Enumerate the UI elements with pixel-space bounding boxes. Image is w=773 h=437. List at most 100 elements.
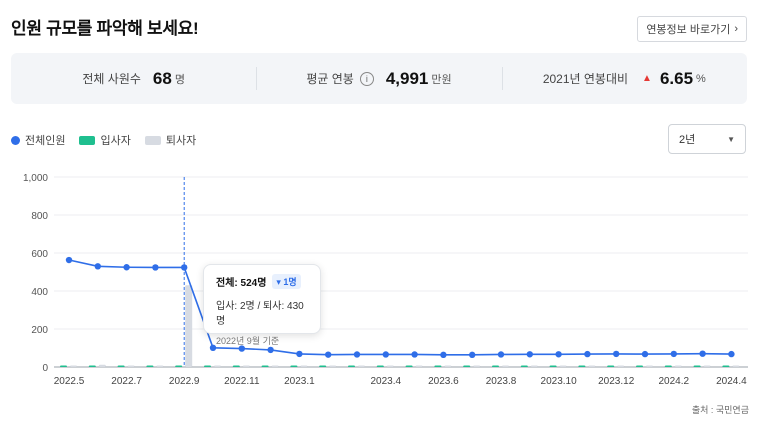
summary-value: 6.65 — [659, 68, 694, 88]
x-tick-label: 2022.7 — [111, 376, 142, 387]
bar-hires — [434, 365, 442, 367]
x-tick-label: 2023.10 — [541, 376, 578, 387]
tooltip-total: 전체: 524명 — [216, 278, 267, 289]
data-point[interactable] — [94, 263, 102, 270]
chevron-down-icon: ▼ — [727, 134, 735, 144]
bar-leavers — [214, 365, 221, 367]
bar-hires — [204, 365, 211, 367]
data-point[interactable] — [469, 351, 476, 359]
summary-panel: 전체 사원수 68 명 평균 연봉 i 4,991 만원 2021년 연봉대비 … — [11, 53, 747, 104]
data-point[interactable] — [353, 351, 361, 358]
bar-leavers — [617, 365, 625, 367]
legend-dot-icon — [11, 135, 20, 145]
data-point[interactable] — [440, 351, 447, 359]
x-tick-label: 2023.12 — [598, 376, 635, 387]
legend-item-hires[interactable]: 입사자 — [79, 132, 131, 148]
data-point[interactable] — [613, 350, 620, 358]
bar-leavers — [300, 365, 308, 367]
summary-value: 4,991 — [385, 68, 429, 88]
bar-hires — [693, 365, 701, 367]
triangle-up-icon: ▲ — [642, 73, 652, 84]
data-point[interactable] — [181, 264, 188, 271]
period-select[interactable]: 2년 ▼ — [668, 124, 746, 154]
bar-hires — [492, 365, 499, 367]
legend-item-total[interactable]: 전체인원 — [11, 132, 65, 148]
data-point[interactable] — [123, 264, 130, 271]
tooltip-date: 2022년 9월 기준 — [216, 336, 280, 346]
data-point[interactable] — [526, 351, 533, 358]
bar-leavers — [386, 365, 394, 367]
bar-hires — [88, 365, 96, 367]
data-point[interactable] — [584, 350, 591, 358]
data-point[interactable] — [699, 350, 706, 357]
x-tick-label: 2024.2 — [659, 376, 690, 387]
period-select-value: 2년 — [679, 134, 696, 146]
summary-label: 2021년 연봉대비 — [542, 72, 629, 86]
legend-label: 입사자 — [100, 135, 131, 147]
info-icon[interactable]: i — [359, 71, 374, 86]
data-point[interactable] — [670, 350, 677, 358]
salary-info-label: 연봉정보 바로가기 — [646, 24, 731, 36]
headcount-chart: 0 200 400 600 800 1,000 2022.5 2022.7 2022.9 2022… — [23, 173, 748, 387]
data-point[interactable] — [641, 350, 649, 358]
bar-leavers — [502, 365, 509, 367]
bar-hires — [175, 365, 183, 367]
summary-value: 68 — [152, 68, 172, 88]
y-tick-label: 400 — [31, 287, 48, 298]
y-tick-label: 1,000 — [23, 173, 48, 184]
summary-employees: 전체 사원수 68 명 — [11, 53, 256, 104]
x-tick-label: 2022.9 — [169, 376, 200, 387]
bar-leavers — [559, 365, 567, 367]
x-tick-label: 2024.4 — [716, 376, 747, 387]
bar-hires — [348, 365, 355, 367]
bar-hires — [261, 365, 269, 367]
chart-legend: 전체인원 입사자 퇴사자 — [11, 132, 196, 148]
summary-growth: 2021년 연봉대비 ▲ 6.65 % — [501, 53, 747, 104]
bar-leavers — [185, 285, 193, 367]
chart-tooltip: 전체: 524명 ▾ 1명 입사: 2명 / 퇴사: 430명 2022년 9월… — [203, 264, 321, 346]
legend-item-leavers[interactable]: 퇴사자 — [144, 132, 197, 148]
legend-swatch-icon — [144, 135, 161, 145]
x-tick-label: 2023.4 — [371, 376, 402, 387]
summary-salary: 평균 연봉 i 4,991 만원 — [256, 53, 501, 104]
chevron-right-icon: › — [734, 23, 738, 35]
data-point[interactable] — [152, 264, 159, 271]
data-point[interactable] — [411, 351, 418, 358]
data-point[interactable] — [65, 256, 73, 264]
data-point[interactable] — [555, 351, 562, 358]
bar-hires — [117, 365, 125, 367]
bar-leavers — [674, 365, 682, 367]
bar-leavers — [127, 365, 135, 367]
bar-hires — [636, 365, 643, 367]
bar-hires — [664, 365, 672, 367]
data-point[interactable] — [267, 346, 274, 354]
data-point[interactable] — [497, 351, 505, 358]
data-point[interactable] — [325, 351, 332, 358]
x-tick-label: 2023.1 — [284, 376, 315, 387]
bar-leavers — [329, 365, 337, 367]
source-note: 출처 : 국민연금 — [691, 405, 749, 415]
salary-info-button[interactable]: 연봉정보 바로가기 › — [637, 16, 747, 42]
bar-hires — [463, 365, 471, 367]
data-point[interactable] — [296, 350, 303, 358]
x-tick-label: 2022.5 — [54, 376, 85, 387]
legend-label: 전체인원 — [25, 135, 66, 147]
bar-leavers — [444, 365, 452, 367]
bar-leavers — [415, 365, 423, 367]
bar-leavers — [156, 365, 164, 367]
y-tick-label: 800 — [31, 211, 48, 222]
summary-label: 평균 연봉 — [306, 72, 354, 86]
summary-unit: 명 — [174, 73, 185, 86]
x-tick-label: 2023.8 — [486, 376, 517, 387]
bar-leavers — [646, 365, 653, 367]
bar-leavers — [242, 365, 250, 367]
legend-label: 퇴사자 — [165, 135, 197, 147]
summary-unit: % — [696, 72, 706, 85]
data-point[interactable] — [728, 350, 735, 358]
tooltip-change-badge: ▾ 1명 — [272, 274, 301, 289]
x-tick-label: 2022.11 — [224, 376, 260, 387]
bar-leavers — [70, 365, 77, 367]
data-point[interactable] — [382, 351, 389, 358]
bar-leavers — [703, 365, 711, 367]
bar-hires — [722, 365, 730, 367]
